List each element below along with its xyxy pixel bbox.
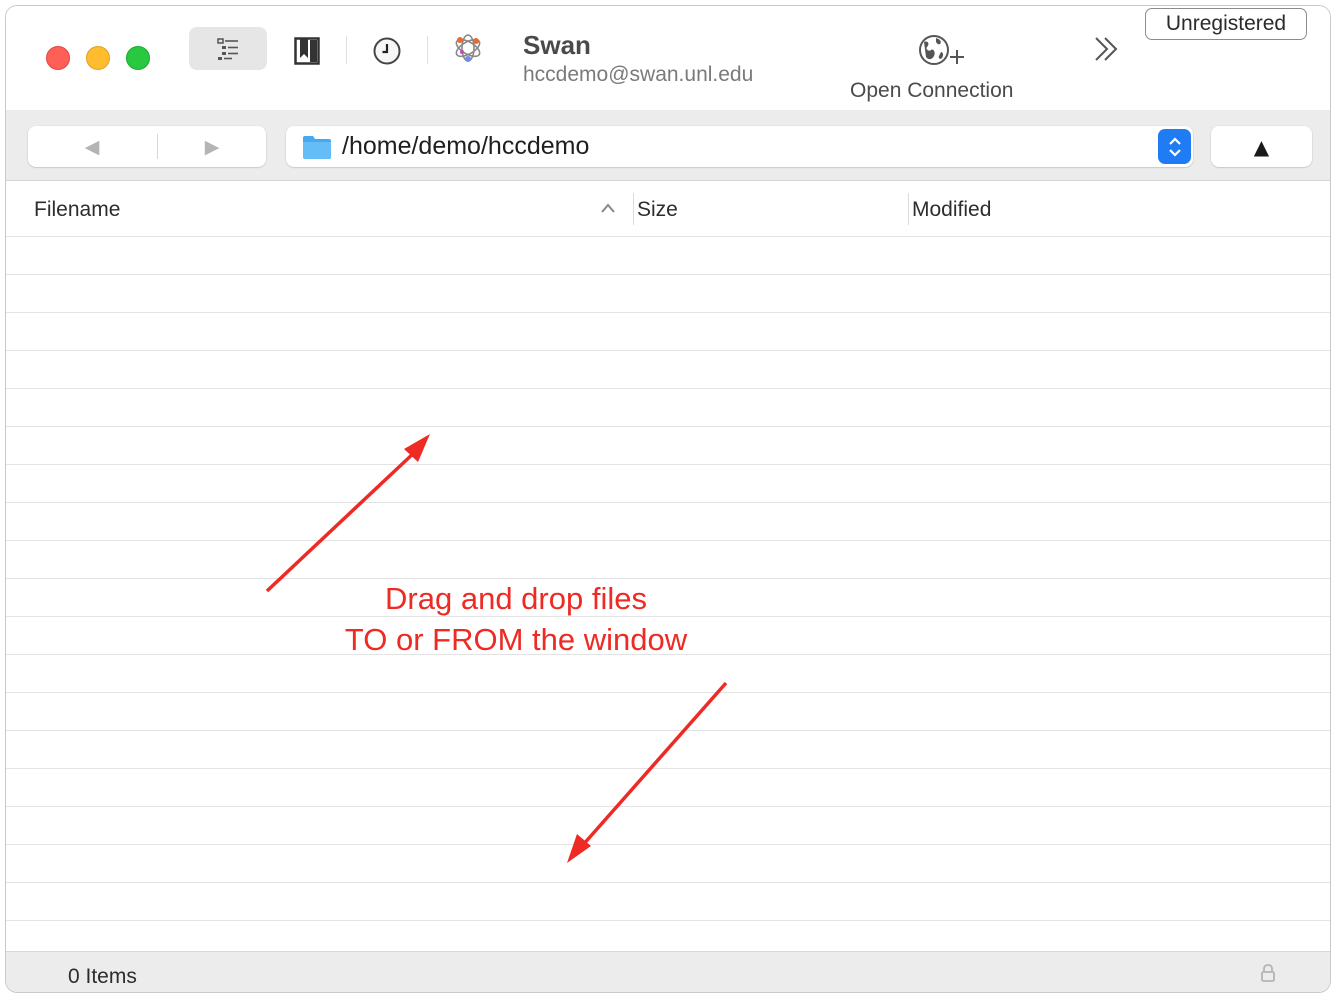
back-button[interactable]: ◀	[28, 126, 156, 167]
row-separator	[6, 844, 1330, 845]
row-separator	[6, 464, 1330, 465]
back-arrow-icon: ◀	[84, 135, 100, 158]
row-separator	[6, 730, 1330, 731]
folder-icon	[303, 136, 331, 159]
annotation-line-2: TO or FROM the window	[344, 622, 688, 657]
current-path: /home/demo/hccdemo	[342, 132, 590, 160]
row-separator	[6, 692, 1330, 693]
lock-icon	[1261, 964, 1275, 982]
row-separator	[6, 350, 1330, 351]
row-separator	[6, 312, 1330, 313]
bookmarks-button[interactable]	[290, 34, 324, 68]
history-icon	[373, 37, 401, 65]
column-header-size[interactable]: Size	[637, 198, 678, 222]
parent-directory-button[interactable]: ▲	[1211, 126, 1312, 167]
outline-view-icon	[217, 37, 238, 60]
toolbar-separator	[427, 36, 428, 64]
forward-button[interactable]: ▶	[158, 126, 266, 167]
chevrons-right-icon	[1095, 37, 1118, 61]
open-connection-label[interactable]: Open Connection	[850, 79, 1013, 103]
annotation-line-1: Drag and drop files	[385, 581, 647, 616]
navigation-bar: ◀ ▶ /home/demo/hccdemo ▲	[6, 110, 1330, 181]
item-count: 0 Items	[68, 965, 137, 988]
row-separator	[6, 274, 1330, 275]
table-header: Filename Size Modified	[6, 181, 1330, 237]
unregistered-button[interactable]: Unregistered	[1145, 8, 1307, 40]
globe-plus-icon	[919, 35, 964, 65]
outline-view-button[interactable]	[189, 27, 267, 70]
up-down-chevron-icon	[1168, 136, 1181, 157]
minimize-window-button[interactable]	[86, 46, 110, 70]
column-divider[interactable]	[908, 193, 909, 225]
row-separator	[6, 920, 1330, 921]
zoom-window-button[interactable]	[126, 46, 150, 70]
row-separator	[6, 426, 1330, 427]
forward-arrow-icon: ▶	[204, 135, 220, 158]
sort-ascending-icon	[601, 203, 615, 213]
close-window-button[interactable]	[46, 46, 70, 70]
host-address: hccdemo@swan.unl.edu	[523, 63, 754, 86]
status-bar: 0 Items	[6, 951, 1330, 992]
path-dropdown[interactable]: /home/demo/hccdemo	[286, 126, 1193, 167]
bookmarks-icon	[294, 37, 320, 65]
toolbar: Swan hccdemo@swan.unl.edu Open Connectio…	[6, 6, 1330, 110]
column-divider[interactable]	[633, 193, 634, 225]
up-arrow-icon: ▲	[1253, 134, 1270, 159]
row-separator	[6, 540, 1330, 541]
row-separator	[6, 768, 1330, 769]
open-connection-button[interactable]	[914, 30, 966, 70]
column-header-filename[interactable]: Filename	[34, 198, 120, 222]
back-forward-control: ◀ ▶	[28, 126, 266, 167]
toolbar-separator	[346, 36, 347, 64]
drag-drop-annotation: Drag and drop files TO or FROM the windo…	[246, 578, 786, 660]
bonjour-button[interactable]	[450, 30, 486, 66]
row-separator	[6, 882, 1330, 883]
row-separator	[6, 502, 1330, 503]
history-button[interactable]	[370, 34, 404, 68]
row-separator	[6, 388, 1330, 389]
row-separator	[6, 806, 1330, 807]
browser-window: Swan hccdemo@swan.unl.edu Open Connectio…	[5, 5, 1331, 993]
column-header-modified[interactable]: Modified	[912, 198, 991, 222]
toolbar-overflow-button[interactable]	[1088, 32, 1124, 66]
host-name: Swan	[523, 30, 591, 60]
path-stepper[interactable]	[1158, 129, 1191, 164]
bonjour-icon	[455, 34, 481, 62]
